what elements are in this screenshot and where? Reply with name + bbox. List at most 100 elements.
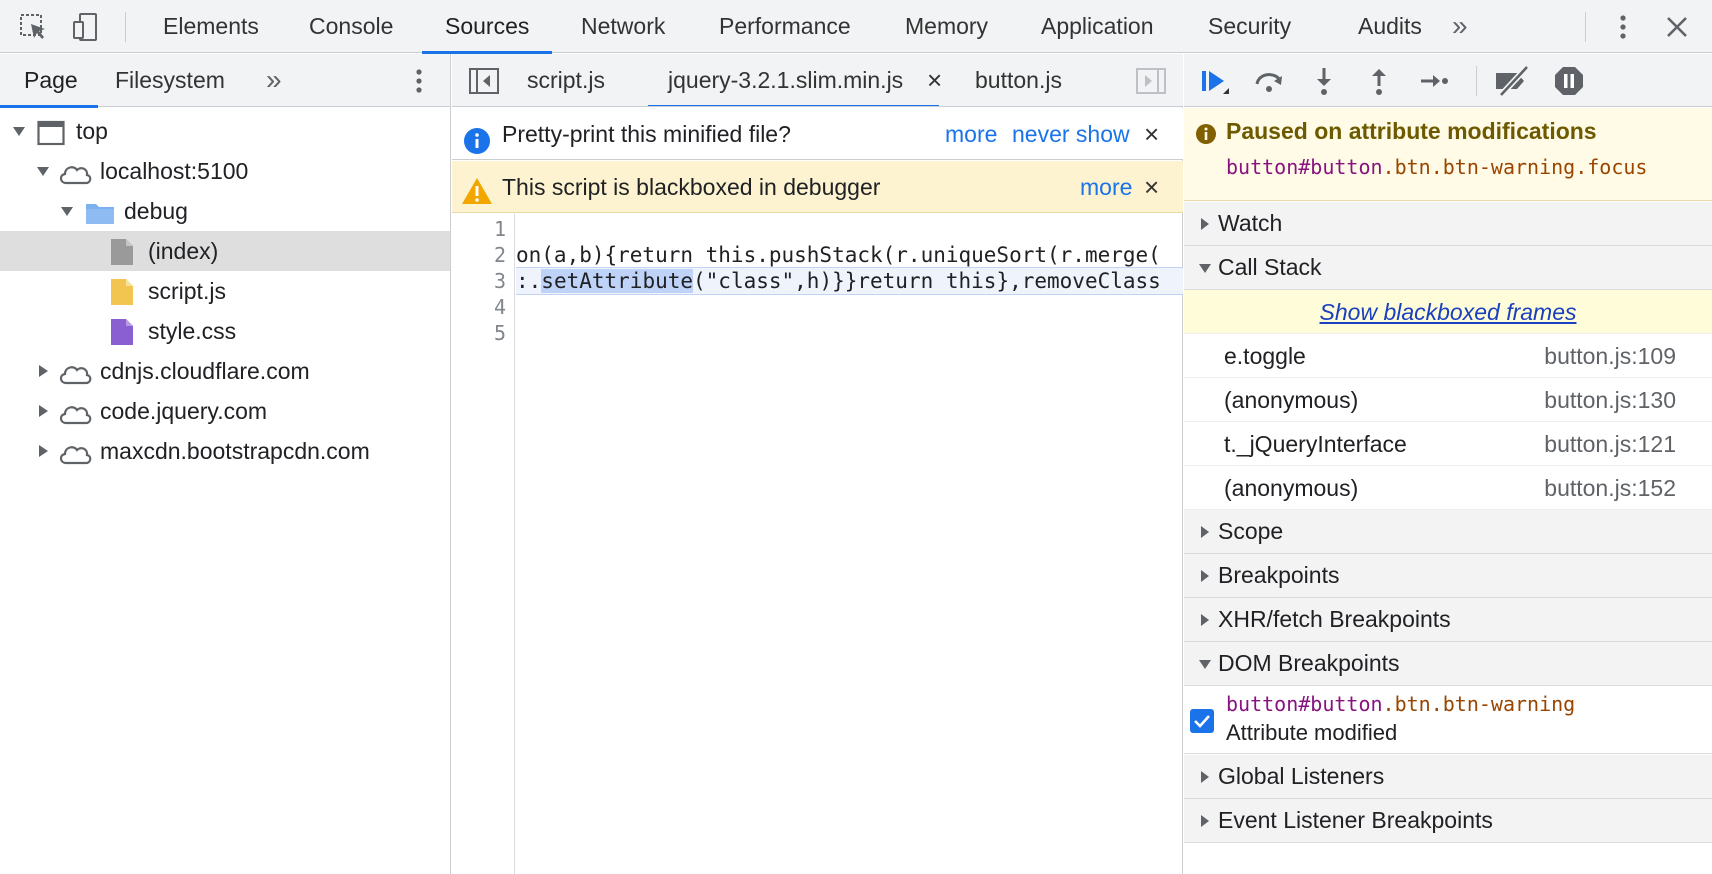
section-title: XHR/fetch Breakpoints	[1218, 606, 1451, 632]
show-blackboxed-row: Show blackboxed frames	[1184, 290, 1712, 334]
tab-filesystem[interactable]: Filesystem	[115, 54, 225, 107]
tree-item-label: debug	[124, 198, 188, 224]
step-out-icon[interactable]	[1362, 64, 1396, 98]
tree-item-code-jquery[interactable]: code.jquery.com	[0, 391, 450, 431]
tab-page[interactable]: Page	[0, 54, 98, 108]
tab-audits[interactable]: Audits	[1358, 0, 1422, 53]
line-number[interactable]: 1	[466, 216, 506, 242]
line-number[interactable]: 2	[466, 242, 506, 268]
step-icon[interactable]	[1417, 64, 1451, 98]
collapsed-triangle-icon[interactable]	[36, 351, 50, 391]
tab-network[interactable]: Network	[581, 0, 665, 53]
tree-item-top[interactable]: top	[0, 111, 450, 151]
expand-triangle-icon[interactable]	[60, 191, 74, 231]
pause-on-exceptions-icon[interactable]	[1552, 64, 1586, 98]
node-classes: .btn.btn-warning	[1382, 692, 1576, 716]
paused-status: Paused on attribute modifications button…	[1184, 108, 1712, 201]
tree-item-localhost[interactable]: localhost:5100	[0, 151, 450, 191]
close-icon[interactable]	[1660, 10, 1694, 44]
toggle-debugger-icon[interactable]	[1135, 66, 1167, 96]
frame-location[interactable]: button.js:121	[1544, 422, 1676, 466]
tab-sources[interactable]: Sources	[421, 0, 553, 54]
line-number[interactable]: 3	[466, 268, 506, 294]
tab-performance[interactable]: Performance	[719, 0, 851, 53]
section-global-listeners[interactable]: Global Listeners	[1184, 755, 1712, 799]
section-scope[interactable]: Scope	[1184, 510, 1712, 554]
overflow-tabs-icon[interactable]: »	[1452, 0, 1468, 53]
close-infobar-icon[interactable]: ×	[1144, 108, 1159, 160]
node-id: #button	[1298, 155, 1383, 179]
code-line-3-paused[interactable]: :.setAttribute("class",h)}}return this},…	[516, 267, 1183, 295]
tree-item-debug[interactable]: debug	[0, 191, 450, 231]
show-blackboxed-link[interactable]: Show blackboxed frames	[1320, 299, 1577, 325]
expand-triangle-icon[interactable]	[36, 151, 50, 191]
tree-item-index[interactable]: (index)	[0, 231, 450, 271]
call-frame[interactable]: t._jQueryInterface button.js:121	[1184, 422, 1712, 466]
node-classes: .btn.btn-warning.focus	[1382, 155, 1648, 179]
file-tab-jquery[interactable]: jquery-3.2.1.slim.min.js	[647, 54, 940, 106]
close-tab-icon[interactable]: ×	[927, 54, 942, 106]
close-warning-icon[interactable]: ×	[1144, 161, 1159, 213]
tree-item-maxcdn[interactable]: maxcdn.bootstrapcdn.com	[0, 431, 450, 471]
collapsed-triangle-icon	[1198, 799, 1212, 843]
deactivate-breakpoints-icon[interactable]	[1493, 64, 1530, 98]
file-tab-script-js[interactable]: script.js	[527, 54, 605, 106]
tab-elements[interactable]: Elements	[163, 0, 259, 53]
tab-console[interactable]: Console	[309, 0, 393, 53]
paused-target-node[interactable]: button#button.btn.btn-warning.focus	[1226, 152, 1647, 182]
blackbox-warning-bar: This script is blackboxed in debugger mo…	[452, 161, 1183, 213]
tree-item-label: localhost:5100	[100, 158, 249, 184]
tab-security[interactable]: Security	[1208, 0, 1291, 53]
navigator-overflow-icon[interactable]: »	[266, 54, 282, 107]
collapsed-triangle-icon[interactable]	[36, 391, 50, 431]
navigator-menu-icon[interactable]	[402, 64, 436, 98]
call-frame[interactable]: (anonymous) button.js:152	[1184, 466, 1712, 510]
frame-location[interactable]: button.js:130	[1544, 378, 1676, 422]
dom-breakpoint-entry: button#button.btn.btn-warning Attribute …	[1184, 686, 1712, 754]
pretty-print-more-link[interactable]: more	[945, 108, 997, 160]
blackbox-message: This script is blackboxed in debugger	[502, 174, 881, 200]
section-event-listener-breakpoints[interactable]: Event Listener Breakpoints	[1184, 799, 1712, 843]
tab-application[interactable]: Application	[1041, 0, 1154, 53]
resume-icon[interactable]	[1197, 64, 1231, 98]
tree-item-script-js[interactable]: script.js	[0, 271, 450, 311]
file-tab-button-js[interactable]: button.js	[975, 54, 1062, 106]
code-highlight-setattribute: setAttribute	[541, 269, 694, 293]
inspect-element-icon[interactable]	[17, 10, 51, 44]
never-show-link[interactable]: never show	[1012, 108, 1130, 160]
section-breakpoints[interactable]: Breakpoints	[1184, 554, 1712, 598]
tab-memory[interactable]: Memory	[905, 0, 988, 53]
frame-location[interactable]: button.js:152	[1544, 466, 1676, 510]
code-line-2[interactable]: on(a,b){return this.pushStack(r.uniqueSo…	[516, 242, 1183, 268]
toolbar-divider	[1585, 12, 1586, 42]
dom-breakpoint-checkbox[interactable]	[1190, 709, 1214, 733]
step-into-icon[interactable]	[1307, 64, 1341, 98]
collapsed-triangle-icon[interactable]	[36, 431, 50, 471]
line-number[interactable]: 5	[466, 320, 506, 346]
device-toolbar-icon[interactable]	[70, 10, 104, 44]
call-frame[interactable]: (anonymous) button.js:130	[1184, 378, 1712, 422]
collapsed-triangle-icon	[1198, 554, 1212, 598]
tree-item-label: script.js	[148, 278, 226, 304]
code-token: :.	[516, 269, 542, 293]
tree-item-style-css[interactable]: style.css	[0, 311, 450, 351]
frame-location[interactable]: button.js:109	[1544, 334, 1676, 378]
cloud-icon	[57, 438, 93, 478]
toggle-navigator-icon[interactable]	[468, 66, 500, 96]
line-number-gutter: 1 2 3 4 5	[452, 214, 515, 874]
section-dom-breakpoints[interactable]: DOM Breakpoints	[1184, 642, 1712, 686]
frame-function: e.toggle	[1224, 343, 1306, 369]
dom-breakpoint-node[interactable]: button#button.btn.btn-warning	[1226, 690, 1575, 718]
call-frame[interactable]: e.toggle button.js:109	[1184, 334, 1712, 378]
section-xhr-breakpoints[interactable]: XHR/fetch Breakpoints	[1184, 598, 1712, 642]
step-over-icon[interactable]	[1252, 64, 1286, 98]
tree-item-cdnjs[interactable]: cdnjs.cloudflare.com	[0, 351, 450, 391]
section-call-stack[interactable]: Call Stack	[1184, 246, 1712, 290]
line-number[interactable]: 4	[466, 294, 506, 320]
expand-triangle-icon[interactable]	[12, 111, 26, 151]
section-title: Watch	[1218, 210, 1283, 236]
section-title: Call Stack	[1218, 254, 1322, 280]
more-options-icon[interactable]	[1606, 10, 1640, 44]
blackbox-more-link[interactable]: more	[1080, 161, 1132, 213]
section-watch[interactable]: Watch	[1184, 202, 1712, 246]
